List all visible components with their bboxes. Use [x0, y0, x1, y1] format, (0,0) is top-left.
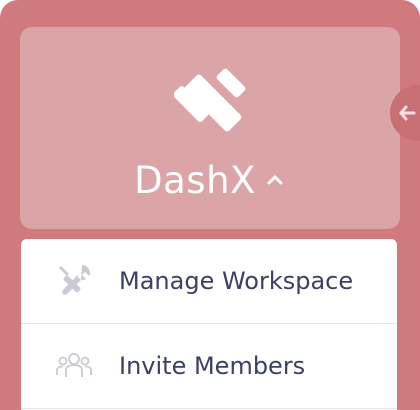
menu-item-manage-workspace[interactable]: Manage Workspace [21, 239, 397, 324]
workspace-menu: Manage Workspace Invite Members [21, 239, 397, 410]
menu-item-invite-members[interactable]: Invite Members [21, 324, 397, 409]
tools-icon [59, 265, 90, 295]
sidebar: DashX Manage Workspace Invite Members [0, 0, 420, 410]
arrow-left-icon [399, 105, 416, 121]
workspace-name-row[interactable]: DashX [0, 156, 420, 206]
chevron-up-icon [267, 175, 283, 184]
menu-item-label: Manage Workspace [119, 267, 354, 295]
dashx-logo-icon [174, 68, 246, 132]
workspace-name: DashX [134, 159, 256, 202]
menu-item-label: Invite Members [119, 352, 306, 380]
members-icon [56, 353, 92, 377]
